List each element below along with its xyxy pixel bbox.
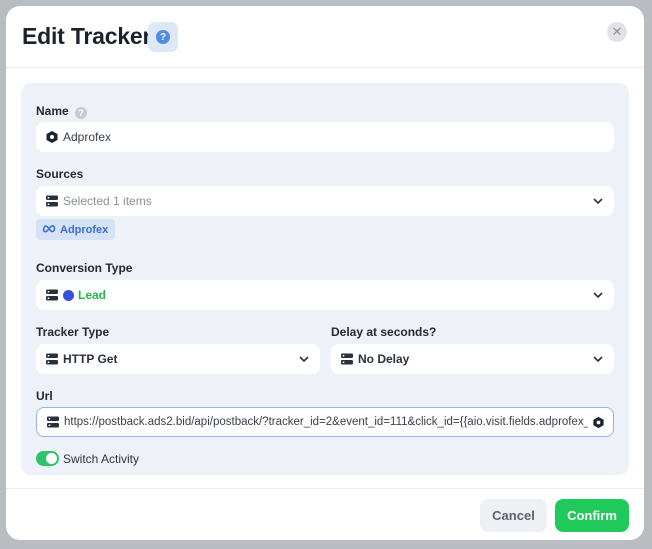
modal-title: Edit Tracker [22,23,152,49]
question-circle-icon: ? [156,30,170,44]
cancel-button[interactable]: Cancel [480,499,547,532]
database-icon [46,416,60,428]
tracker-type-label: Tracker Type [36,325,110,339]
url-label: Url [36,389,53,403]
name-label: Name ? [36,104,88,119]
chevron-down-icon [592,353,604,365]
meta-logo-icon [42,224,56,236]
url-input[interactable]: https://postback.ads2.bid/api/postback/?… [36,407,614,437]
conversion-type-select[interactable]: Lead [36,280,614,310]
database-icon [45,195,59,207]
sources-select[interactable]: Selected 1 items [36,186,614,216]
sources-placeholder: Selected 1 items [63,194,152,208]
header-divider [6,67,644,68]
delay-label: Delay at seconds? [331,325,437,339]
tracker-type-select[interactable]: HTTP Get [36,344,320,374]
database-icon [45,353,59,365]
modal-header: Edit Tracker ? ✕ [6,6,644,68]
sources-label: Sources [36,167,84,181]
source-tag-label: Adprofex [60,223,109,236]
chevron-down-icon [592,289,604,301]
help-button[interactable]: ? [148,22,178,52]
switch-activity-label: Switch Activity [63,452,140,466]
source-tag-adprofex[interactable]: Adprofex [36,219,116,240]
conversion-type-value: Lead [78,288,107,302]
chevron-down-icon [298,353,310,365]
chevron-down-icon [592,195,604,207]
name-help-icon: ? [75,107,88,119]
delay-value: No Delay [358,352,410,366]
form-card: Name ? Adprofex Sources Selected 1 items… [21,83,629,475]
close-icon[interactable]: ✕ [607,22,627,42]
switch-activity-toggle[interactable] [36,451,59,466]
confirm-button[interactable]: Confirm [555,499,629,532]
database-icon [45,289,59,301]
footer-divider [6,488,644,489]
tracker-type-value: HTTP Get [63,352,118,366]
name-field[interactable]: Adprofex [36,122,614,152]
conversion-type-label: Conversion Type [36,261,133,275]
lead-color-dot [63,289,74,301]
delay-select[interactable]: No Delay [331,344,614,374]
database-icon [340,353,354,365]
edit-tracker-modal: Edit Tracker ? ✕ Name ? Adprofex Sources… [6,6,644,540]
name-value: Adprofex [63,130,112,144]
url-value: https://postback.ads2.bid/api/postback/?… [64,416,588,428]
hexagon-icon [45,130,59,144]
hexagon-icon [592,416,605,429]
